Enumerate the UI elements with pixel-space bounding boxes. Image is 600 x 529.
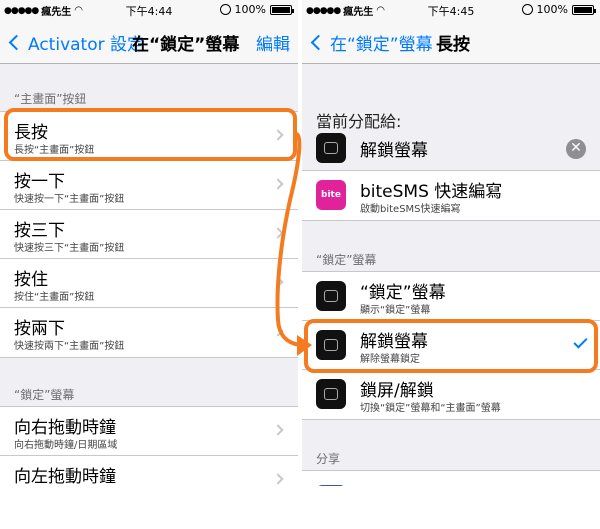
connector-arrow-icon xyxy=(275,132,312,356)
